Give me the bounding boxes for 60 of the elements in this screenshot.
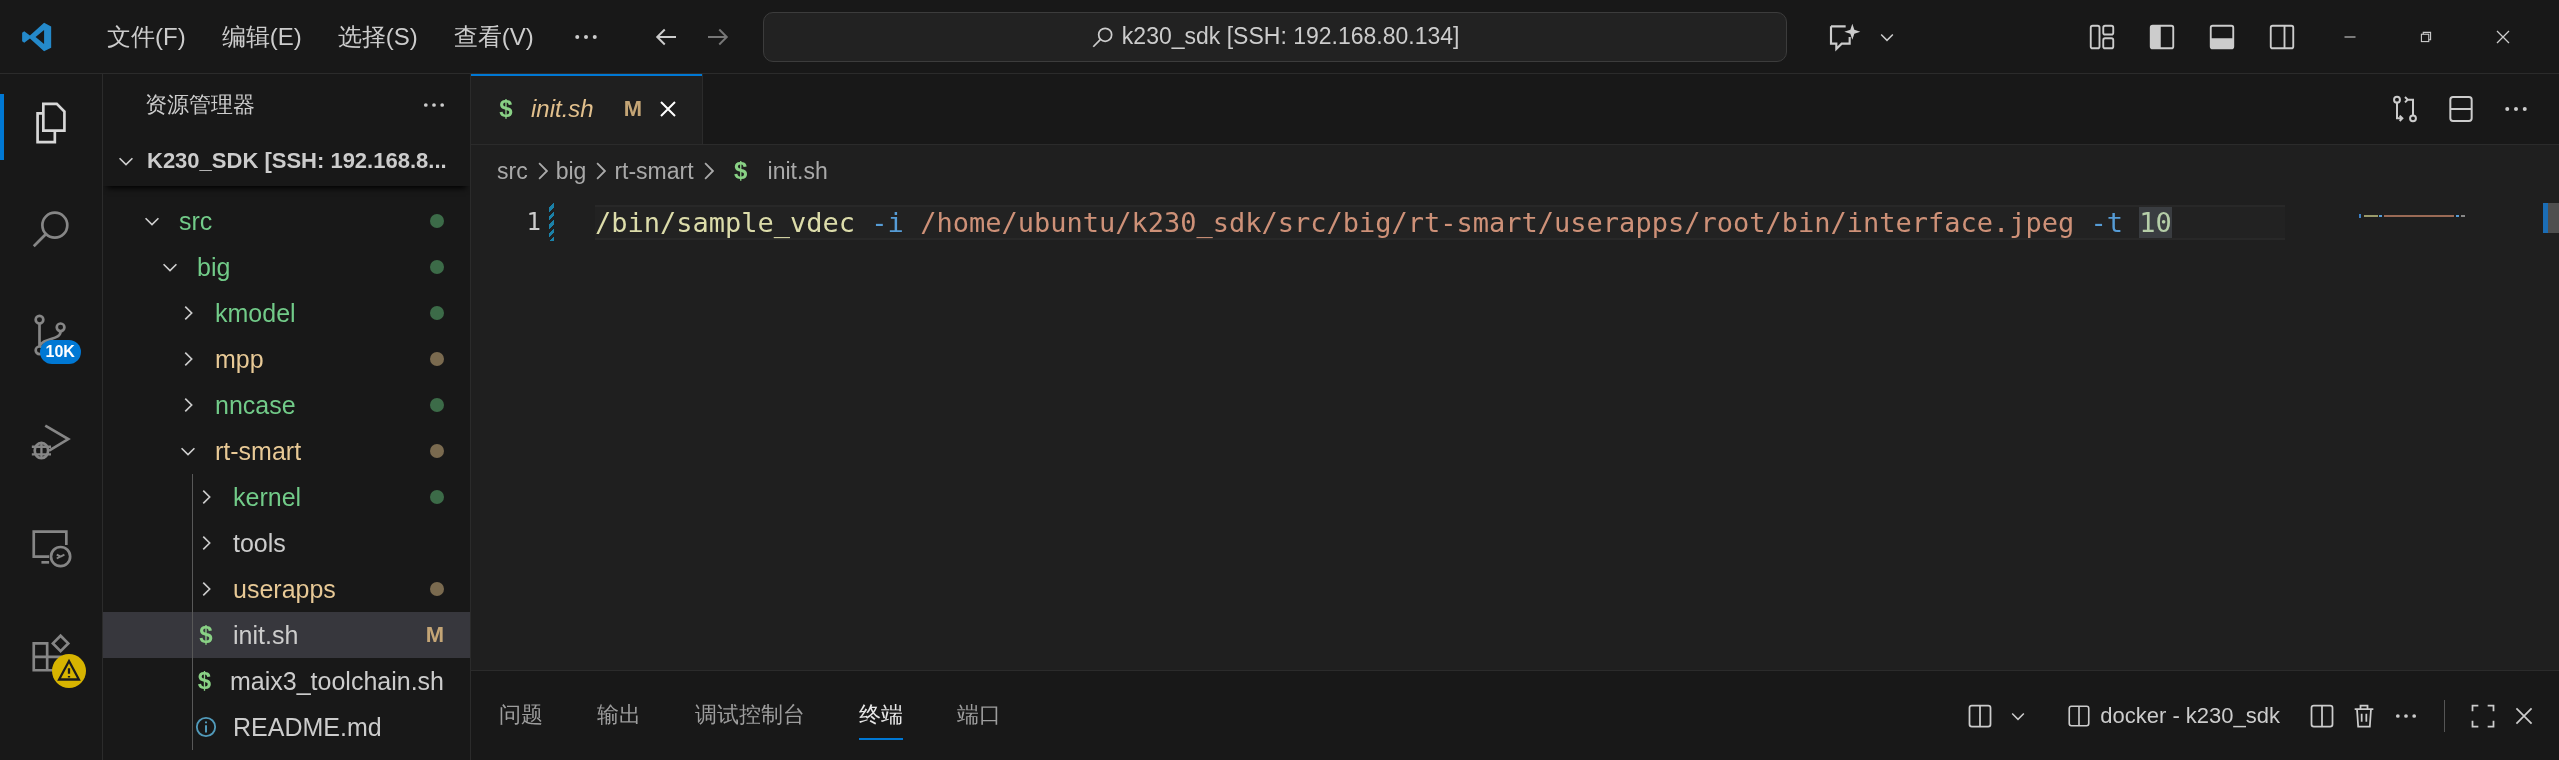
info-icon	[195, 716, 217, 738]
breadcrumb-item[interactable]: src	[497, 157, 528, 185]
panel-tab[interactable]: 调试控制台	[695, 691, 805, 740]
menu-item[interactable]: 选择(S)	[324, 20, 431, 53]
sidebar-title: 资源管理器	[145, 91, 255, 119]
count-badge: 10K	[39, 340, 81, 364]
tree-item-label: nncase	[215, 390, 297, 420]
tree-item-label: kernel	[233, 482, 303, 512]
tree-item[interactable]: big	[103, 244, 470, 290]
panel-tab[interactable]: 问题	[499, 691, 543, 740]
modified-label: M	[425, 622, 444, 648]
panel-tab[interactable]: 端口	[957, 691, 1001, 740]
tree-item[interactable]: $ maix3_toolchain.sh	[103, 658, 470, 704]
menu-item[interactable]: 编辑(E)	[208, 20, 315, 53]
editor-tab[interactable]: $ init.sh M	[471, 74, 704, 144]
tree-item-label: tools	[233, 528, 287, 558]
shell-file-icon: $	[195, 621, 217, 649]
tree-item[interactable]: kmodel	[103, 290, 470, 336]
workspace-root[interactable]: K230_SDK [SSH: 192.168.8...	[103, 136, 470, 186]
tree-item[interactable]: nncase	[103, 382, 470, 428]
modified-label: M	[623, 96, 643, 122]
breadcrumb-item[interactable]: rt-smart	[614, 157, 694, 185]
shell-file-icon: $	[729, 157, 752, 185]
panel-tab[interactable]: 输出	[597, 691, 641, 740]
tree-item-label: init.sh	[233, 620, 300, 650]
tree-item-label: README.md	[233, 712, 383, 742]
shell-file-icon: $	[495, 95, 517, 123]
warning-icon	[51, 654, 86, 688]
tree-item[interactable]: src	[103, 198, 470, 244]
terminal-tab[interactable]: docker - k230_sdk	[2066, 702, 2280, 729]
activity-item[interactable]: 10K	[0, 306, 103, 372]
chevron-icon	[537, 162, 548, 180]
menu-item[interactable]: 查看(V)	[440, 20, 547, 53]
breadcrumb-item[interactable]: big	[555, 157, 587, 185]
scrollbar[interactable]	[2543, 203, 2559, 233]
tab-label: init.sh	[531, 95, 594, 123]
terminal-icon	[2066, 702, 2093, 729]
line-number: 1	[525, 208, 541, 236]
tree-item[interactable]: rt-smart	[103, 428, 470, 474]
shell-file-icon: $	[195, 667, 214, 695]
tree-item[interactable]: tools	[103, 520, 470, 566]
menu-item[interactable]: 文件(F)	[94, 20, 199, 53]
tree-item-label: src	[179, 206, 214, 236]
command-center[interactable]: k230_sdk [SSH: 192.168.80.134]	[762, 11, 1787, 62]
tree-item-label: kmodel	[215, 298, 297, 328]
tree-item-label: rt-smart	[215, 436, 303, 466]
tree-item-label: maix3_toolchain.sh	[230, 666, 444, 696]
tree-item[interactable]: README.md	[103, 704, 470, 750]
panel-tab[interactable]: 终端	[859, 691, 903, 740]
chevron-icon	[703, 162, 714, 180]
tree-item[interactable]: mpp	[103, 336, 470, 382]
tree-item-label: big	[197, 252, 232, 282]
tree-item-label: mpp	[215, 344, 265, 374]
tree-item[interactable]: kernel	[103, 474, 470, 520]
tree-item[interactable]: $ init.sh M	[103, 612, 470, 658]
tree-item[interactable]: userapps	[103, 566, 470, 612]
tree-item-label: userapps	[233, 574, 337, 604]
chevron-icon	[596, 162, 607, 180]
workspace-name: K230_SDK [SSH: 192.168.8...	[147, 148, 447, 174]
breadcrumb-item[interactable]: init.sh	[767, 157, 828, 185]
